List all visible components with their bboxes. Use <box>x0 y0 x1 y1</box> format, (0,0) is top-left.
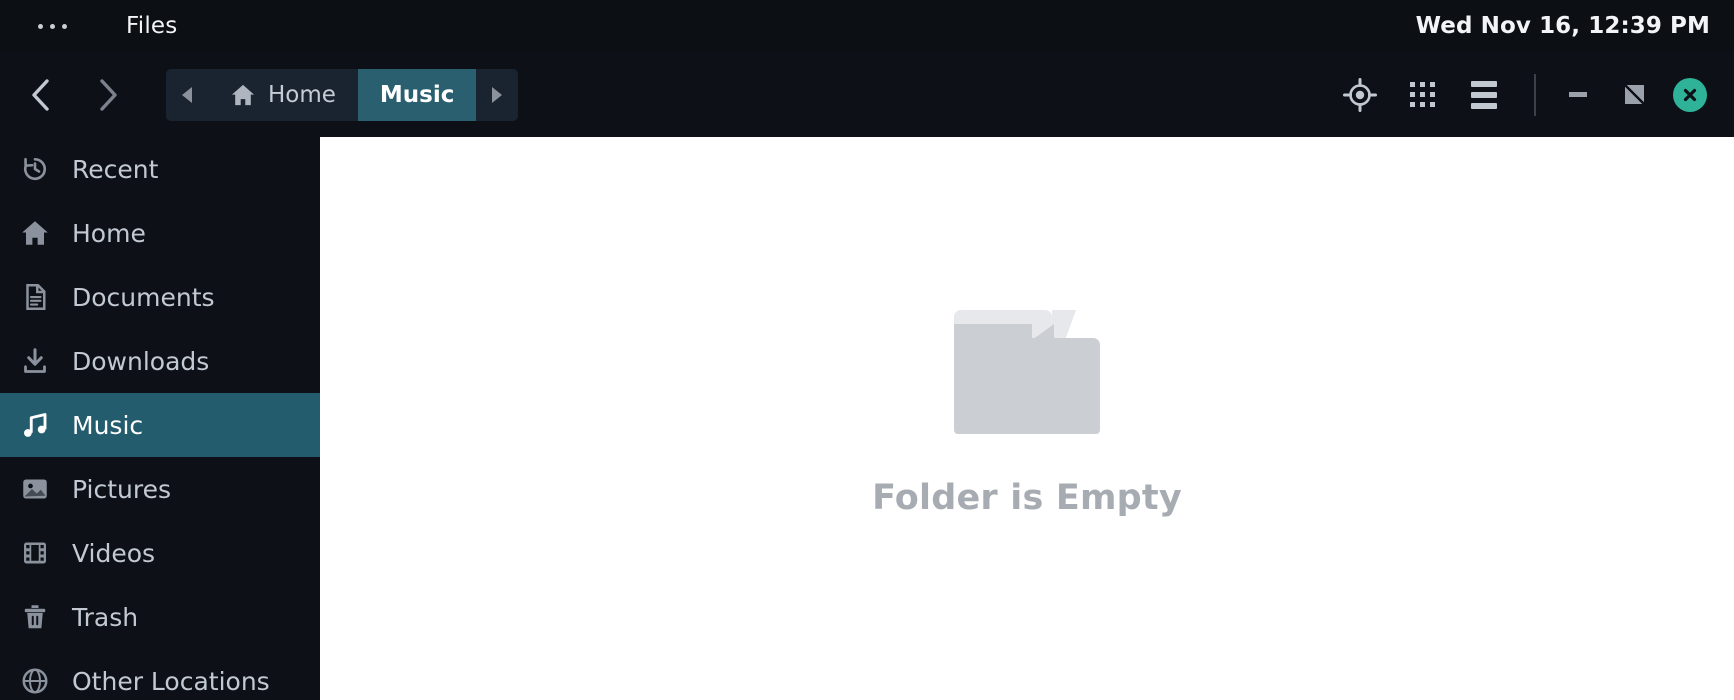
empty-folder-message: Folder is Empty <box>872 477 1182 518</box>
home-icon <box>230 82 256 108</box>
sidebar-item-label: Trash <box>72 602 139 632</box>
dot <box>49 23 55 29</box>
folder-icon <box>953 309 1100 434</box>
minimize-icon <box>1569 92 1587 97</box>
close-button[interactable] <box>1664 69 1716 121</box>
caret-left-icon[interactable] <box>166 69 208 121</box>
dot <box>1429 82 1435 87</box>
image-icon <box>18 472 52 506</box>
breadcrumb-item-home[interactable]: Home <box>208 69 358 121</box>
sidebar-item-label: Recent <box>72 154 159 184</box>
dot <box>1409 82 1415 87</box>
dot <box>1429 92 1435 97</box>
toolbar-divider <box>1534 73 1536 116</box>
sidebar-item-label: Home <box>72 218 146 248</box>
folder-front <box>953 323 1100 434</box>
sidebar-item-trash[interactable]: Trash <box>0 585 320 649</box>
dot <box>61 23 67 29</box>
download-icon <box>18 344 52 378</box>
clock-history-icon <box>18 152 52 186</box>
dot <box>1409 102 1415 107</box>
minimize-button[interactable] <box>1552 69 1604 121</box>
file-list-area[interactable]: Folder is Empty <box>320 137 1734 700</box>
sidebar-item-pictures[interactable]: Pictures <box>0 457 320 521</box>
sidebar-item-label: Videos <box>72 538 156 568</box>
line <box>1471 91 1497 98</box>
sidebar-item-label: Other Locations <box>72 666 270 696</box>
sidebar-item-music[interactable]: Music <box>0 393 320 457</box>
breadcrumb-item-music[interactable]: Music <box>357 68 477 121</box>
dot <box>1419 82 1425 87</box>
line <box>1471 80 1497 87</box>
dot <box>1429 102 1435 107</box>
sidebar: Recent Home Documents Downloads Music Pi… <box>0 137 320 700</box>
sidebar-item-documents[interactable]: Documents <box>0 265 320 329</box>
close-icon <box>1673 77 1707 112</box>
maximize-icon <box>1624 85 1644 104</box>
back-button[interactable] <box>12 67 68 123</box>
dot <box>1409 92 1415 97</box>
network-icon <box>18 664 52 698</box>
sidebar-item-label: Music <box>72 410 144 440</box>
location-target-icon[interactable] <box>1332 67 1388 123</box>
trash-icon <box>18 600 52 634</box>
grid-view-icon[interactable] <box>1394 67 1450 123</box>
music-note-icon <box>18 408 52 442</box>
document-icon <box>18 280 52 314</box>
hamburger-menu-icon[interactable] <box>1456 67 1512 123</box>
grid-dots <box>1409 82 1435 107</box>
breadcrumb-label: Home <box>268 81 336 108</box>
breadcrumb: Home Music <box>166 68 519 121</box>
line <box>1471 102 1497 109</box>
sidebar-item-label: Downloads <box>72 346 210 376</box>
dot <box>1419 92 1425 97</box>
maximize-glyph <box>1624 85 1644 104</box>
sidebar-item-label: Documents <box>72 282 215 312</box>
desktop-top-panel: Files Wed Nov 16, 12:39 PM <box>0 0 1734 52</box>
breadcrumb-label: Music <box>379 81 455 108</box>
dot <box>1419 102 1425 107</box>
header-bar: Home Music <box>0 52 1734 137</box>
panel-clock[interactable]: Wed Nov 16, 12:39 PM <box>1416 13 1710 39</box>
home-icon <box>18 216 52 250</box>
sidebar-item-recent[interactable]: Recent <box>0 137 320 201</box>
sidebar-item-videos[interactable]: Videos <box>0 521 320 585</box>
sidebar-item-label: Pictures <box>72 474 171 504</box>
sidebar-item-other-locations[interactable]: Other Locations <box>0 649 320 700</box>
film-icon <box>18 536 52 570</box>
files-window: Files Wed Nov 16, 12:39 PM Home Music Re… <box>0 0 1734 700</box>
empty-folder-state: Folder is Empty <box>872 309 1182 518</box>
burger-lines <box>1471 80 1497 109</box>
sidebar-item-home[interactable]: Home <box>0 201 320 265</box>
caret-right-icon[interactable] <box>476 69 518 121</box>
panel-app-title: Files <box>126 13 178 39</box>
sidebar-item-downloads[interactable]: Downloads <box>0 329 320 393</box>
maximize-button[interactable] <box>1608 69 1660 121</box>
overflow-dots-icon[interactable] <box>30 11 74 41</box>
forward-button[interactable] <box>80 67 136 123</box>
dot <box>37 23 43 29</box>
